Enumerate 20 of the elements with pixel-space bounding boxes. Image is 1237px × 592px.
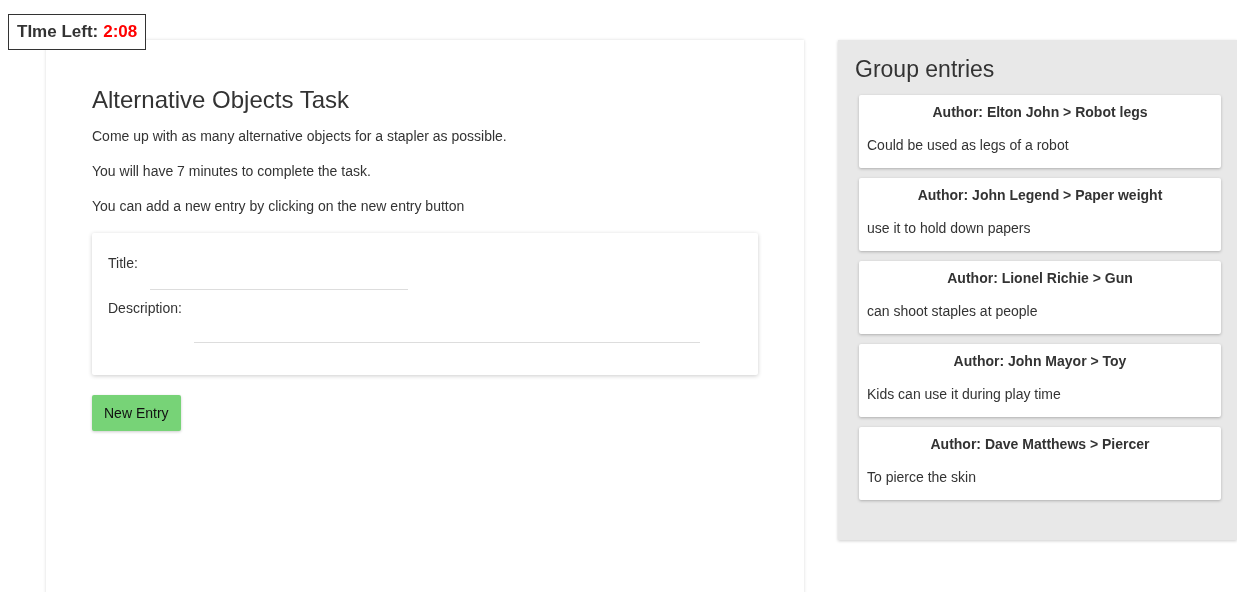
group-title: Group entries xyxy=(855,56,996,83)
description-label: Description: xyxy=(108,300,182,316)
instruction-text: Come up with as many alternative objects for a stapler as possible. xyxy=(92,128,508,144)
entry-text: To pierce the skin xyxy=(867,469,977,485)
instruction-text: You will have 7 minutes to complete the task. xyxy=(92,163,372,179)
entry-text: Kids can use it during play time xyxy=(867,386,1062,402)
entry-heading: Author: John Legend > Paper weight xyxy=(916,187,1164,203)
entry-heading: Author: Lionel Richie > Gun xyxy=(946,270,1134,286)
task-title: Alternative Objects Task xyxy=(92,86,350,114)
title-label: Title: xyxy=(108,255,138,271)
entry-text: can shoot staples at people xyxy=(867,303,1039,319)
entry-text: use it to hold down papers xyxy=(867,220,1032,236)
new-entry-button[interactable]: New Entry xyxy=(92,395,181,431)
timer-label: TIme Left: xyxy=(17,22,99,42)
entry-heading: Author: Elton John > Robot legs xyxy=(931,104,1149,120)
entry-heading: Author: Dave Matthews > Piercer xyxy=(929,436,1151,452)
entry-heading: Author: John Mayor > Toy xyxy=(952,353,1128,369)
timer-value: 2:08 xyxy=(103,22,138,42)
entry-text: Could be used as legs of a robot xyxy=(867,137,1070,153)
instruction-text: You can add a new entry by clicking on the new entry button xyxy=(92,198,466,214)
